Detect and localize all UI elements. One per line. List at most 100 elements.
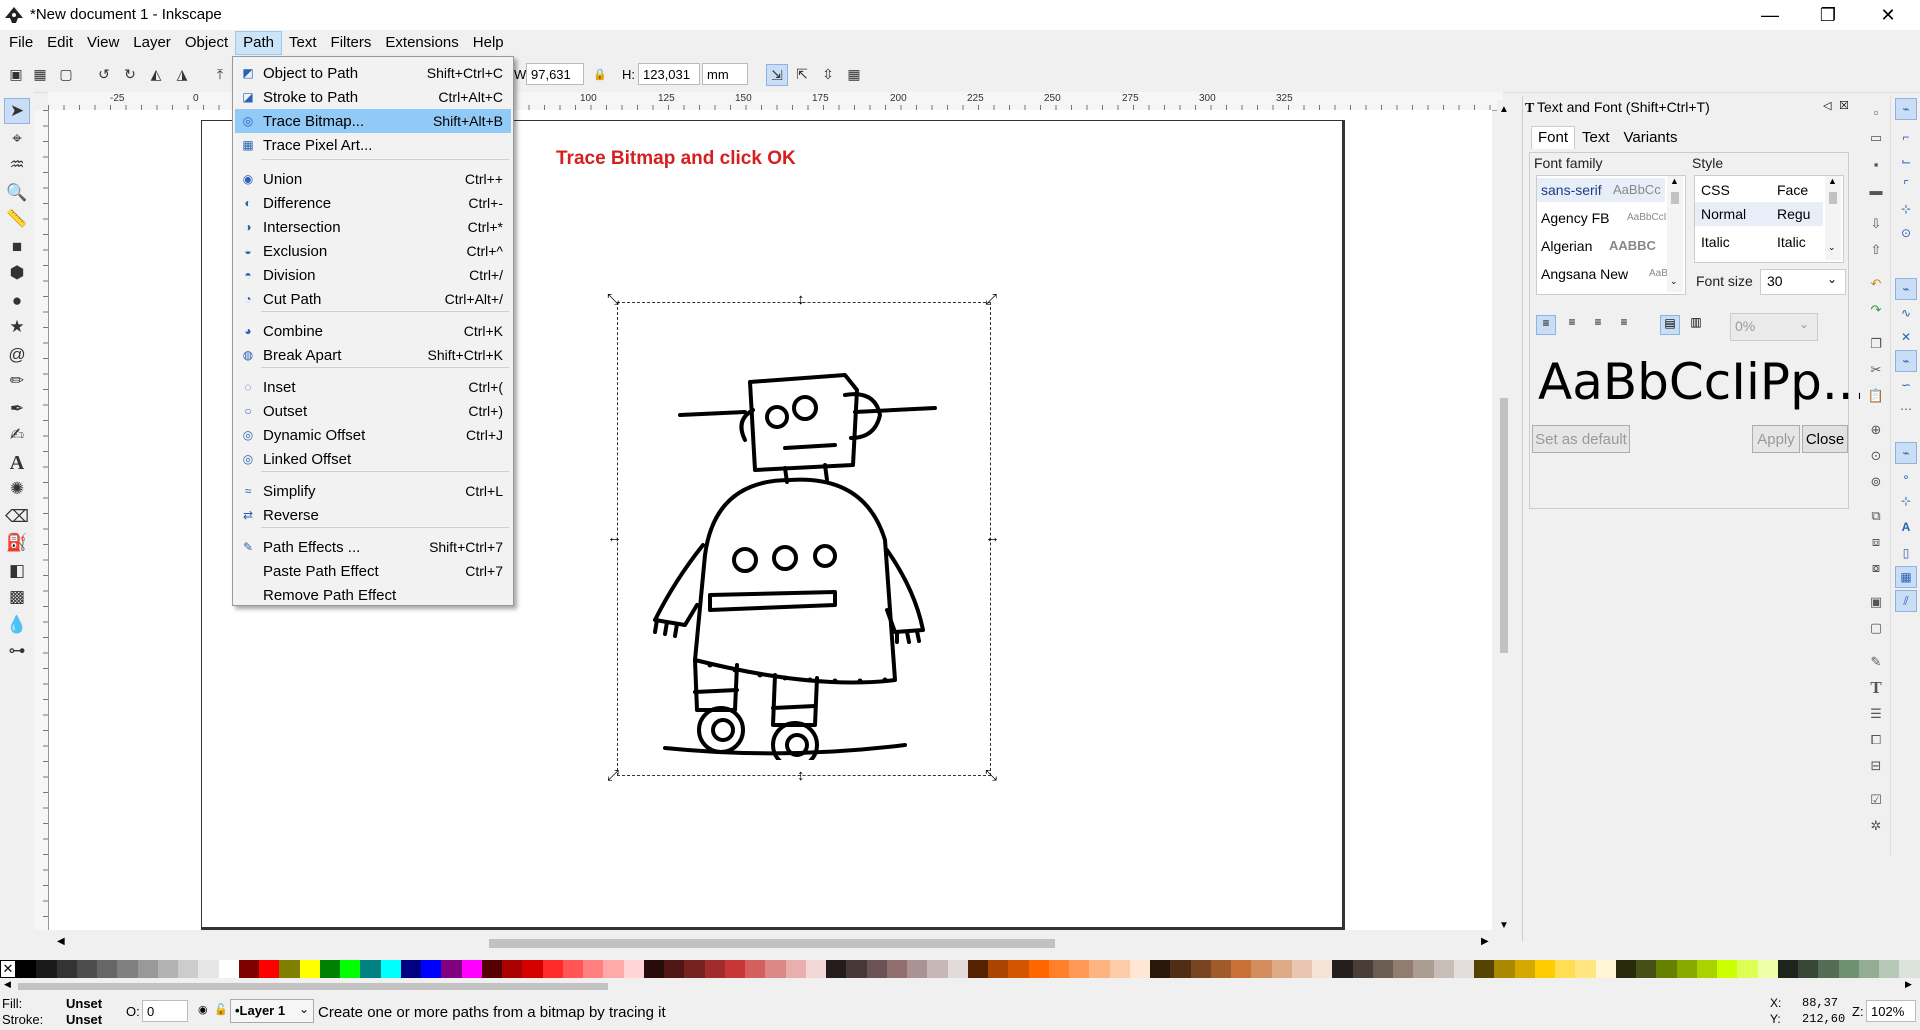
3d-box-tool-icon[interactable]: ⬢ [4,260,30,286]
color-swatch[interactable] [279,960,300,978]
menu-item-combine[interactable]: ◕ Combine Ctrl+K [235,319,511,343]
spray-tool-icon[interactable]: ✺ [4,476,30,502]
line-spacing-value[interactable]: 0% [1735,318,1755,334]
eraser-tool-icon[interactable]: ⌫ [4,504,30,530]
fill-value[interactable]: Unset [66,996,102,1011]
close-button[interactable]: Close [1802,425,1848,453]
pencil-tool-icon[interactable]: ✏ [4,368,30,394]
dialog-iconify-icon[interactable]: ◁ [1823,99,1831,112]
color-swatch[interactable] [643,960,664,978]
tab-font[interactable]: Font [1531,126,1576,149]
duplicate-icon[interactable]: ⧉ [1866,506,1886,526]
style-face[interactable]: Italic [1777,234,1806,250]
color-swatch[interactable] [1534,960,1555,978]
color-swatch[interactable] [684,960,705,978]
calligraphy-tool-icon[interactable]: ✍ [4,422,30,448]
color-swatch[interactable] [1393,960,1414,978]
gradient-tool-icon[interactable]: ◧ [4,558,30,584]
color-swatch[interactable] [238,960,259,978]
color-swatch[interactable] [1109,960,1130,978]
color-swatch[interactable] [927,960,948,978]
layer-selector[interactable]: •Layer 1 ⌄ [230,999,314,1023]
zoom-input[interactable]: 102% [1866,1000,1916,1022]
color-swatch[interactable] [16,960,37,978]
new-document-icon[interactable]: ▫ [1866,102,1886,122]
paint-bucket-tool-icon[interactable]: ⛽ [4,530,30,556]
color-swatch[interactable] [1372,960,1393,978]
color-swatch[interactable] [319,960,340,978]
color-swatch[interactable] [97,960,118,978]
scroll-left-icon[interactable]: ◀ [4,979,11,990]
align-distribute-icon[interactable]: ⊟ [1866,756,1886,776]
font-name[interactable]: Agency FB [1541,210,1609,226]
snap-others-icon[interactable]: ⌁ [1895,442,1917,464]
rectangle-tool-icon[interactable]: ■ [4,234,30,260]
vertical-text-icon[interactable]: ▥ [1686,315,1706,335]
color-swatch[interactable] [198,960,219,978]
color-swatch[interactable] [380,960,401,978]
document-properties-icon[interactable]: ☑ [1866,790,1886,810]
scroll-up-icon[interactable]: ▲ [1670,176,1679,186]
menu-filters[interactable]: Filters [324,31,379,55]
transform-patterns-icon[interactable]: ▦ [844,64,864,84]
flip-vertical-icon[interactable]: ◮ [172,64,192,84]
color-swatch[interactable] [1332,960,1353,978]
color-swatch[interactable] [886,960,907,978]
vertical-scrollbar[interactable]: ▲ ▼ [1497,100,1511,940]
select-all-icon[interactable]: ▣ [6,64,26,84]
color-swatch[interactable] [1069,960,1090,978]
height-input[interactable]: 123,031 [638,63,700,85]
export-icon[interactable]: ⇧ [1866,240,1886,260]
color-swatch[interactable] [502,960,523,978]
color-swatch[interactable] [623,960,644,978]
menu-item-division[interactable]: ◓ Division Ctrl+/ [235,263,511,287]
color-swatch[interactable] [1858,960,1879,978]
snap-page-border-icon[interactable]: ▯ [1895,542,1917,564]
chevron-down-icon[interactable]: ⌄ [1799,317,1809,331]
tab-text[interactable]: Text [1575,126,1617,149]
horizontal-text-icon[interactable]: ▤ [1660,315,1680,335]
instruction-annotation[interactable]: Trace Bitmap and click OK [556,148,796,170]
snap-bbox-midpoint-icon[interactable]: ⊹ [1895,198,1917,220]
menu-item-intersection[interactable]: ◑ Intersection Ctrl+* [235,215,511,239]
color-swatch[interactable] [866,960,887,978]
menu-item-trace-bitmap[interactable]: ◎ Trace Bitmap... Shift+Alt+B [235,109,511,133]
scale-handle-ne-icon[interactable]: ⤢ [985,292,997,307]
preferences-icon[interactable]: ✲ [1866,816,1886,836]
unit-select[interactable]: mm [702,63,748,85]
color-swatch[interactable] [1251,960,1272,978]
color-swatch[interactable] [704,960,725,978]
menu-item-object-to-path[interactable]: ◩ Object to Path Shift+Ctrl+C [235,61,511,85]
color-swatch[interactable] [745,960,766,978]
flip-horizontal-icon[interactable]: ◭ [146,64,166,84]
text-font-icon[interactable]: T [1866,678,1886,698]
menu-edit[interactable]: Edit [40,31,80,55]
color-swatch[interactable] [947,960,968,978]
zoom-selection-icon[interactable]: ⊕ [1866,420,1886,440]
justify-icon[interactable]: ≡ [1614,315,1634,335]
scale-handle-e-icon[interactable]: ↔ [985,530,1000,545]
color-swatch[interactable] [583,960,604,978]
palette-scrollbar[interactable]: ◀ ▶ [0,979,1920,992]
snap-object-center-icon[interactable]: ∘ [1895,466,1917,488]
undo-icon[interactable]: ↶ [1866,274,1886,294]
font-name[interactable]: Angsana New [1541,266,1628,282]
layer-visibility-icon[interactable]: ◉ [198,1003,208,1016]
layers-icon[interactable]: ☰ [1866,704,1886,724]
palette-scroll-thumb[interactable] [18,983,608,990]
scale-corners-icon[interactable]: ⇱ [792,64,812,84]
color-swatch[interactable] [1008,960,1029,978]
color-swatch[interactable] [1271,960,1292,978]
color-swatch[interactable] [1210,960,1231,978]
align-right-icon[interactable]: ≡ [1588,315,1608,335]
color-swatch[interactable] [826,960,847,978]
menu-item-simplify[interactable]: ≈ Simplify Ctrl+L [235,479,511,503]
chevron-down-icon[interactable]: ⌄ [1827,272,1837,286]
scroll-up-icon[interactable]: ▲ [1499,104,1509,115]
menu-item-cut-path[interactable]: ◔ Cut Path Ctrl+Alt+/ [235,287,511,311]
color-swatch[interactable] [805,960,826,978]
font-size-value[interactable]: 30 [1767,273,1783,289]
color-swatch[interactable] [1615,960,1636,978]
color-swatch[interactable] [56,960,77,978]
color-swatch[interactable] [603,960,624,978]
